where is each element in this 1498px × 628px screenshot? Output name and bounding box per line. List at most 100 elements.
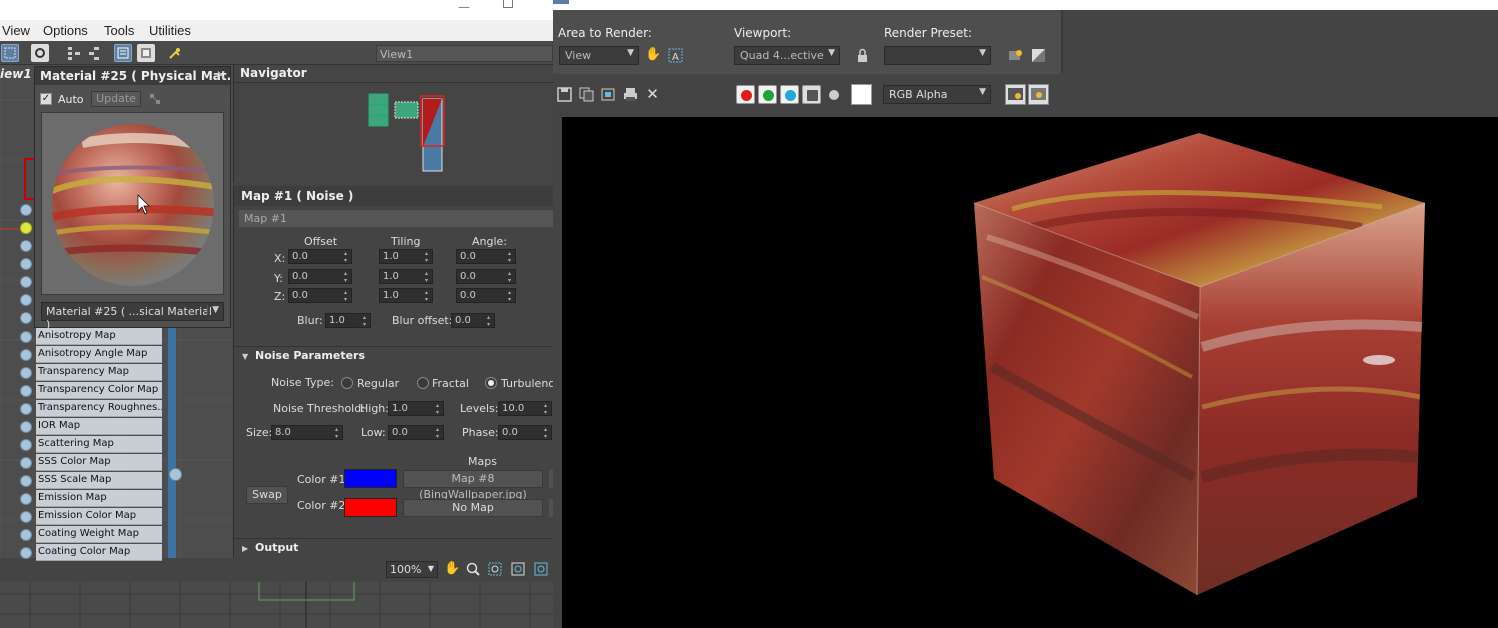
view-tab[interactable]: iew1 [0,67,32,83]
swap-button[interactable]: Swap [246,486,288,504]
map-slot-item[interactable]: Anisotropy Map [36,328,162,345]
blur-spinner[interactable]: 1.0 [325,313,371,328]
options-icon[interactable] [148,92,162,106]
toggle-ui-overlay-icon[interactable] [1005,84,1026,105]
area-to-render-select[interactable]: View ▼ [559,46,639,65]
angle-x-spinner[interactable]: 0.0 [456,249,516,264]
menu-options[interactable]: Options [43,23,88,38]
bottom-view-grid[interactable] [0,582,553,628]
connector-dot[interactable] [20,276,32,288]
map-slot-item[interactable]: SSS Color Map [36,454,162,471]
angle-z-spinner[interactable]: 0.0 [456,288,516,303]
connector-dot-active[interactable] [20,222,32,234]
levels-spinner[interactable]: 10.0 [498,401,552,416]
render-setup-icon[interactable] [1007,47,1024,64]
close-icon[interactable]: ✕ [216,68,226,82]
zoom-extents-icon[interactable] [510,561,526,577]
zoom-select[interactable]: 100% ▼ [386,561,438,578]
render-preset-select[interactable]: ▼ [884,46,991,65]
connector-dot[interactable] [20,294,32,306]
zoom-icon[interactable] [465,561,481,577]
angle-y-spinner[interactable]: 0.0 [456,269,516,284]
menu-utilities[interactable]: Utilities [149,23,191,38]
blue-channel-toggle[interactable] [780,85,799,104]
slot-connector-dot[interactable] [20,475,32,487]
color1-map-button[interactable]: Map #8 (BingWallpaper.jpg) [403,470,543,501]
display-channel-select[interactable]: RGB Alpha ▼ [883,85,991,104]
slot-connector-dot[interactable] [20,547,32,559]
layout-children-icon[interactable] [85,44,103,62]
zoom-region-icon[interactable] [487,561,503,577]
zoom-extents-selected-icon[interactable] [533,561,549,577]
red-channel-toggle[interactable] [736,85,755,104]
low-spinner[interactable]: 0.0 [388,425,444,440]
slot-connector-dot[interactable] [20,457,32,469]
map-slot-item[interactable]: SSS Scale Map [36,472,162,489]
color1-swatch[interactable] [344,469,397,488]
slot-connector-dot[interactable] [20,511,32,523]
copy-image-icon[interactable] [578,86,595,103]
monochrome-toggle[interactable] [829,90,839,100]
print-icon[interactable] [622,86,639,103]
map-slot-item[interactable]: Coating Color Map [36,544,162,561]
auto-checkbox[interactable]: ✓ [40,93,52,105]
slot-connector-dot[interactable] [20,421,32,433]
menu-tools[interactable]: Tools [104,23,134,38]
material-slot-icon[interactable] [31,44,49,62]
offset-z-spinner[interactable]: 0.0 [288,288,352,303]
slot-connector-dot[interactable] [20,331,32,343]
color2-map-button[interactable]: No Map [403,499,543,517]
alpha-channel-toggle[interactable] [802,85,821,104]
slot-connector-dot[interactable] [20,493,32,505]
slot-connector-dot[interactable] [20,367,32,379]
map-slot-item[interactable]: Coating Weight Map [36,526,162,543]
toggle-ui-icon[interactable] [1028,84,1049,105]
noise-parameters-rollout[interactable]: ▼ Noise Parameters [234,346,554,364]
map-name-field[interactable]: Map #1 [239,210,554,227]
high-spinner[interactable]: 1.0 [388,401,444,416]
connector-dot[interactable] [20,240,32,252]
show-background-icon[interactable] [137,44,155,62]
output-connector-dot[interactable] [169,468,182,481]
slot-connector-dot[interactable] [20,385,32,397]
update-button[interactable]: Update [91,91,141,107]
output-rollout[interactable]: ▶ Output [234,538,554,556]
edit-region-icon[interactable]: ✋ [645,47,662,64]
slot-connector-dot[interactable] [20,529,32,541]
map-slot-item[interactable]: Emission Map [36,490,162,507]
phase-spinner[interactable]: 0.0 [498,425,552,440]
select-tool-icon[interactable] [1,44,19,62]
connector-dot[interactable] [20,312,32,324]
chevron-down-icon[interactable]: ▼ [207,305,219,315]
material-select[interactable]: Material #25 ( ...sical Material ) ▼ [41,302,224,331]
rendered-image-view[interactable] [562,117,1498,628]
color2-swatch[interactable] [344,498,397,517]
tiling-x-spinner[interactable]: 1.0 [379,249,433,264]
green-channel-toggle[interactable] [758,85,777,104]
map-slot-item[interactable]: Transparency Map [36,364,162,381]
pan-hand-icon[interactable]: ✋ [444,561,460,577]
tiling-z-spinner[interactable]: 1.0 [379,288,433,303]
show-map-icon[interactable] [114,44,132,62]
radio-regular[interactable] [341,377,353,389]
pick-material-icon[interactable] [166,44,184,62]
viewport-select[interactable]: Quad 4...ective ▼ [734,46,840,65]
map-slot-item[interactable]: Transparency Roughnes... [36,400,162,417]
radio-fractal[interactable] [417,377,429,389]
layout-tree-icon[interactable] [65,44,83,62]
maximize-icon[interactable] [503,0,513,8]
connector-dot[interactable] [20,204,32,216]
menu-view[interactable]: View [2,23,30,38]
preview-title[interactable]: Material #25 ( Physical Mat... [35,67,230,85]
clear-icon[interactable]: ✕ [644,86,661,103]
map-slot-item[interactable]: Emission Color Map [36,508,162,525]
slot-connector-dot[interactable] [20,403,32,415]
connector-dot[interactable] [20,258,32,270]
environment-icon[interactable] [1030,47,1047,64]
clone-frame-icon[interactable] [600,86,617,103]
map-slot-item[interactable]: Transparency Color Map [36,382,162,399]
material-preview-sphere[interactable] [41,112,224,295]
map-slot-item[interactable]: Anisotropy Angle Map [36,346,162,363]
view-name-field[interactable]: View1 [376,45,553,62]
map-slot-item[interactable]: Scattering Map [36,436,162,453]
